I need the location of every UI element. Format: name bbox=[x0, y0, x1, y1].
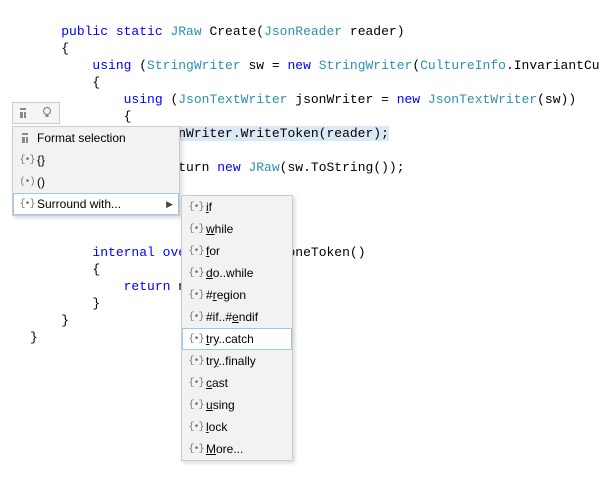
surround-item-try-finally[interactable]: {•}try..finally bbox=[182, 350, 292, 372]
code-line: } bbox=[30, 296, 100, 311]
surround-item-label: try..catch bbox=[206, 332, 286, 346]
surround-item-label: #region bbox=[206, 288, 286, 302]
template-icon: {•} bbox=[186, 312, 206, 323]
parens-icon: (•) bbox=[17, 177, 37, 188]
code-line: return ne bbox=[30, 279, 194, 294]
code-line: { bbox=[30, 41, 69, 56]
menu-item-[interactable]: {•}{} bbox=[13, 149, 179, 171]
braces-icon: {•} bbox=[17, 155, 37, 166]
bulb-icon[interactable] bbox=[39, 105, 55, 121]
surround-item-try-catch[interactable]: {•}try..catch bbox=[182, 328, 292, 350]
template-icon: {•} bbox=[186, 334, 206, 345]
code-line: { bbox=[30, 75, 100, 90]
surround-item-if[interactable]: {•}if bbox=[182, 196, 292, 218]
menu-item-label: () bbox=[37, 175, 173, 189]
brush-icon bbox=[17, 131, 37, 145]
menu-item-surround-with[interactable]: {•}Surround with...▶ bbox=[13, 193, 179, 215]
surround-item-label: using bbox=[206, 398, 286, 412]
code-line: } bbox=[30, 330, 38, 345]
code-line: using (StringWriter sw = new StringWrite… bbox=[30, 58, 600, 73]
menu-item-label: {} bbox=[37, 153, 173, 167]
template-icon: {•} bbox=[186, 268, 206, 279]
menu-item-label: Surround with... bbox=[37, 197, 166, 211]
surround-item-while[interactable]: {•}while bbox=[182, 218, 292, 240]
template-icon: {•} bbox=[186, 202, 206, 213]
surround-item-label: for bbox=[206, 244, 286, 258]
surround-item-label: if bbox=[206, 200, 286, 214]
code-line: { bbox=[30, 262, 100, 277]
menu-item-[interactable]: (•)() bbox=[13, 171, 179, 193]
template-icon: {•} bbox=[186, 400, 206, 411]
surround-item-lock[interactable]: {•}lock bbox=[182, 416, 292, 438]
code-line: using (JsonTextWriter jsonWriter = new J… bbox=[30, 92, 576, 107]
template-icon: {•} bbox=[186, 356, 206, 367]
template-icon: {•} bbox=[186, 422, 206, 433]
template-icon: {•} bbox=[186, 290, 206, 301]
surround-item-more[interactable]: {•}More... bbox=[182, 438, 292, 460]
menu-item-label: Format selection bbox=[37, 131, 173, 145]
surround-item-do-while[interactable]: {•}do..while bbox=[182, 262, 292, 284]
surround-item-label: #if..#endif bbox=[206, 310, 286, 324]
surround-item-label: cast bbox=[206, 376, 286, 390]
surround-item-label: do..while bbox=[206, 266, 286, 280]
surround-item-cast[interactable]: {•}cast bbox=[182, 372, 292, 394]
code-line: public static JRaw Create(JsonReader rea… bbox=[30, 24, 405, 39]
template-icon: {•} bbox=[186, 224, 206, 235]
context-menu: Format selection{•}{}(•)(){•}Surround wi… bbox=[12, 126, 180, 216]
surround-item-label: while bbox=[206, 222, 286, 236]
format-icon[interactable] bbox=[17, 105, 33, 121]
code-line bbox=[30, 228, 38, 243]
surround-item-label: try..finally bbox=[206, 354, 286, 368]
surround-item-label: lock bbox=[206, 420, 286, 434]
surround-item-region[interactable]: {•}#region bbox=[182, 284, 292, 306]
surround-item-if-endif[interactable]: {•}#if..#endif bbox=[182, 306, 292, 328]
template-icon: {•} bbox=[186, 378, 206, 389]
braces-icon: {•} bbox=[17, 199, 37, 210]
quick-actions-toolbar bbox=[12, 102, 60, 124]
code-line: } bbox=[30, 313, 69, 328]
surround-with-submenu: {•}if{•}while{•}for{•}do..while{•}#regio… bbox=[181, 195, 293, 461]
submenu-arrow-icon: ▶ bbox=[166, 199, 173, 210]
template-icon: {•} bbox=[186, 444, 206, 455]
menu-item-format-selection[interactable]: Format selection bbox=[13, 127, 179, 149]
surround-item-label: More... bbox=[206, 442, 286, 456]
surround-item-for[interactable]: {•}for bbox=[182, 240, 292, 262]
template-icon: {•} bbox=[186, 246, 206, 257]
surround-item-using[interactable]: {•}using bbox=[182, 394, 292, 416]
